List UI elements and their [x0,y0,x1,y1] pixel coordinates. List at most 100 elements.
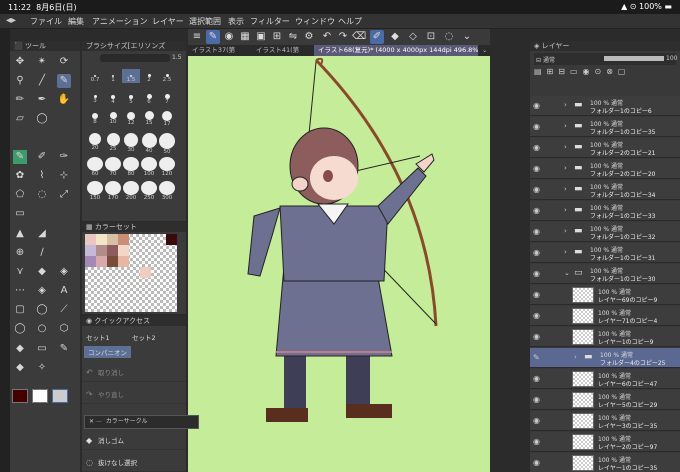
layer-row[interactable]: ◉ 100 % 通常 レイヤー1のコピー9 [530,327,680,347]
quick-eraser[interactable]: ◆ 消しゴム [82,432,186,450]
fill-2-icon[interactable]: ◆ [35,265,49,279]
transform-icon[interactable]: ⊡ [424,30,438,44]
select-icon[interactable]: ⋯ [13,284,27,298]
gradient-icon[interactable]: ◢ [35,227,49,241]
brush-size-cell[interactable]: 120 [158,157,176,177]
menu-selection[interactable]: 選択範囲 [189,16,221,27]
layer-row[interactable]: ◉ ⌄ ▭ 100 % 通常 フォルダー1のコピー30 [530,264,680,284]
text-fill-icon[interactable]: ◈ [35,284,49,298]
pencil-icon[interactable]: ✏ [13,93,27,107]
color-swatch[interactable] [166,234,177,245]
brush-size-cell[interactable]: 80 [122,157,140,177]
transparent-color-swatch[interactable] [52,389,68,403]
brush-size-cell[interactable]: 25 [104,133,122,152]
brush-size-cell[interactable]: 60 [86,157,104,177]
opacity-slider[interactable] [604,56,664,61]
brush-size-cell[interactable]: 30 [122,133,140,153]
eye-icon[interactable]: ◉ [533,269,540,278]
eye-icon[interactable]: ◉ [533,416,540,425]
layer-row[interactable]: ◉ 100 % 通常 レイヤー1のコピー35 [530,453,680,472]
eye-icon[interactable]: ◉ [533,206,540,215]
drawing-canvas[interactable] [188,56,490,472]
eraser-icon[interactable]: ◇ [406,30,420,44]
bucket-icon[interactable]: ⊕ [13,246,27,260]
layer-row[interactable]: ◉ 100 % 通常 レイヤー69のコピー9 [530,285,680,305]
dropper-icon[interactable]: ⊹ [57,169,71,183]
brush-size-cell[interactable]: 17 [158,111,176,127]
color-swatch[interactable] [85,234,96,245]
chevron-right-icon[interactable]: › [564,227,567,235]
sub-color-swatch[interactable] [32,389,48,403]
quick-select[interactable]: ◌ 抜けなし選択 [82,454,186,472]
eye-icon[interactable]: ◉ [533,227,540,236]
layer-row-selected[interactable]: ✎ › ▬ 100 % 通常 フォルダー4のコピー25 [530,348,680,368]
layer-row[interactable]: ◉ › ▬ 100 % 通常 フォルダー1のコピー33 [530,201,680,221]
tab-illust-37[interactable]: イラスト37(第 [188,45,250,56]
fill-icon[interactable]: ◆ [388,30,402,44]
ruler-icon[interactable]: ⟋ [57,303,71,317]
eye-icon[interactable]: ◉ [533,395,540,404]
line-icon[interactable]: ╱ [35,74,49,88]
brush-size-cell[interactable]: 2 [140,69,158,83]
lasso-icon[interactable]: ◌ [442,30,456,44]
chevron-right-icon[interactable]: › [564,122,567,130]
layer-row[interactable]: ◉ 100 % 通常 レイヤー71のコピー4 [530,306,680,326]
tab-companion[interactable]: コンパニオン [84,346,131,358]
chevron-right-icon[interactable]: › [564,101,567,109]
eye-icon[interactable]: ◉ [533,122,540,131]
color-swatch[interactable] [107,256,118,267]
chevron-right-icon[interactable]: › [564,206,567,214]
color-swatch[interactable] [85,256,96,267]
brush-size-cell[interactable]: 70 [104,157,122,177]
tab-set1[interactable]: セット1 [86,332,110,342]
brush-size-cell[interactable]: 3 [86,91,104,104]
hand-icon[interactable]: ✋ [57,93,71,107]
blend-icon[interactable]: ✐ [35,150,49,164]
layer-row[interactable]: ◉ › ▬ 100 % 通常 フォルダー1のコピー35 [530,117,680,137]
color-swatch[interactable] [107,234,118,245]
eye-icon[interactable]: ◉ [533,332,540,341]
color-swatch[interactable] [118,256,129,267]
brush-size-cell[interactable]: 8 [86,111,104,125]
brush-size-cell[interactable]: 5 [122,91,140,105]
brush-size-slider[interactable] [100,54,170,62]
brush-size-cell[interactable]: 1 [104,69,122,83]
ellipse-select-icon[interactable]: ◯ [13,322,27,336]
brush-size-cell[interactable]: 300 [158,181,176,201]
chevron-down-icon[interactable]: ⌄ [460,30,474,44]
chevron-down-icon[interactable]: ⌄ [564,269,570,277]
chevron-right-icon[interactable]: › [564,185,567,193]
color-swatch[interactable] [118,245,129,256]
star-icon[interactable]: ✧ [35,361,49,375]
airbrush-icon[interactable]: ✑ [57,150,71,164]
color-swatch[interactable] [96,234,107,245]
rect-select-icon[interactable]: ▢ [13,303,27,317]
color-swatch[interactable] [118,234,129,245]
color-swatch-grid[interactable] [85,234,177,312]
layer-row[interactable]: ◉ › ▬ 100 % 通常 フォルダー2のコピー20 [530,159,680,179]
menu-toggle-icon[interactable]: ◂▸ [6,15,16,26]
eye-icon[interactable]: ◉ [533,374,540,383]
pen-icon[interactable]: ✎ [206,30,220,44]
bubble-icon[interactable]: ◌ [35,188,49,202]
layer-toolbar[interactable]: ▤⊞⊟▭◉⊙⊗▢ [534,67,676,95]
move-icon[interactable]: ✥ [13,55,27,69]
main-color-swatch[interactable] [12,389,28,403]
brush-size-cell[interactable]: 20 [86,133,104,151]
undo-icon[interactable]: ↶ [320,30,334,44]
menu-layer[interactable]: レイヤー [152,16,184,27]
fill-3-icon[interactable]: ◆ [13,361,27,375]
eye-icon[interactable]: ◉ [533,101,540,110]
eye-icon[interactable]: ◉ [533,143,540,152]
brush-size-cell[interactable]: 50 [158,133,176,155]
chevron-right-icon[interactable]: › [564,248,567,256]
shape-icon[interactable]: ⬠ [13,188,27,202]
chevron-right-icon[interactable]: › [564,143,567,151]
text-icon[interactable]: A [57,284,71,298]
color-circle-popup[interactable]: ✕ — カラーサークル [84,415,199,429]
menu-file[interactable]: ファイル [30,16,62,27]
eraser-tool-icon[interactable]: ▱ [13,112,27,126]
brush-size-cell[interactable]: 7 [158,91,176,105]
brush-size-cell[interactable]: 0.7 [86,69,104,83]
menu-edit[interactable]: 編集 [68,16,84,27]
